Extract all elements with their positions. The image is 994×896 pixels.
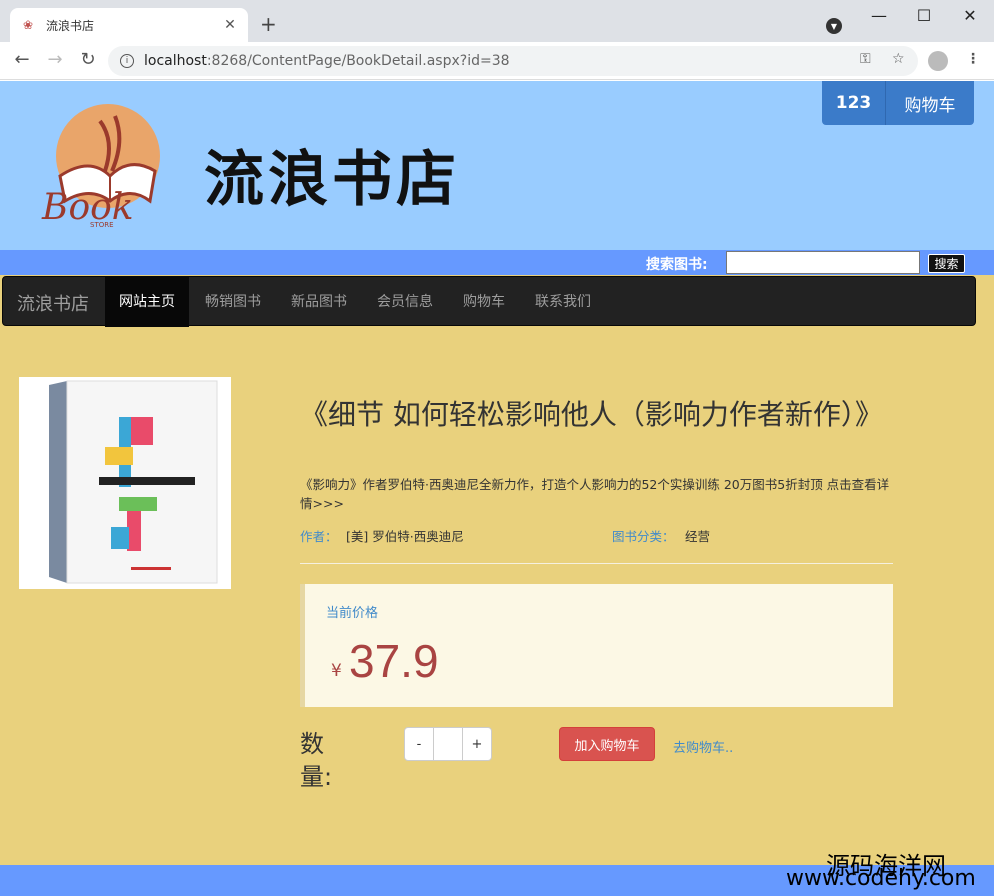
menu-kebab-icon[interactable]: ⋮ — [966, 51, 980, 67]
browser-tab-strip: ❀ 流浪书店 ✕ + ▼ — ☐ ✕ — [0, 0, 994, 42]
site-banner: Book STORE 流浪书店 123 购物车 — [0, 81, 994, 250]
key-icon[interactable]: ⚿ — [860, 51, 871, 67]
back-arrow-icon[interactable]: ← — [10, 50, 34, 70]
add-to-cart-button[interactable]: 加入购物车 — [559, 727, 655, 761]
header-cart-button[interactable]: 123 购物车 — [822, 81, 974, 125]
category-value: 经营 — [685, 529, 711, 544]
quantity-input[interactable] — [434, 727, 462, 761]
cart-label: 购物车 — [904, 95, 956, 116]
url-path: :8268/ContentPage/BookDetail.aspx?id=38 — [206, 53, 510, 69]
book-cover-art — [19, 377, 231, 589]
book-favicon-icon: ❀ — [22, 18, 34, 32]
price-label: 当前价格 — [326, 606, 379, 621]
minimize-button[interactable]: — — [856, 6, 902, 26]
new-tab-button[interactable]: + — [260, 14, 277, 34]
nav-item-new-books[interactable]: 新品图书 — [277, 277, 361, 327]
go-to-cart-link[interactable]: 去购物车.. — [673, 737, 733, 756]
reload-icon[interactable]: ↻ — [76, 50, 100, 70]
nav-item-bestsellers[interactable]: 畅销图书 — [191, 277, 275, 327]
search-bar: 搜索图书: 搜索 — [0, 250, 994, 275]
author-label: 作者： — [300, 529, 338, 544]
browser-tab[interactable]: ❀ 流浪书店 ✕ — [10, 8, 248, 42]
book-description[interactable]: 《影响力》作者罗伯特·西奥迪尼全新力作，打造个人影响力的52个实操训练 20万图… — [300, 475, 890, 513]
price-value: 37.9 — [349, 635, 439, 687]
quantity-label: 数量: — [300, 730, 333, 791]
nav-item-cart[interactable]: 购物车 — [449, 277, 519, 327]
quantity-decrement-button[interactable]: - — [404, 727, 434, 761]
main-navbar: 流浪书店 网站主页 畅销图书 新品图书 会员信息 购物车 联系我们 — [2, 276, 976, 327]
tab-title: 流浪书店 — [46, 18, 95, 33]
cart-count-badge: 123 — [822, 81, 886, 125]
search-input[interactable] — [726, 251, 920, 274]
maximize-button[interactable]: ☐ — [901, 6, 947, 26]
close-window-button[interactable]: ✕ — [947, 6, 993, 26]
page-content: Book STORE 流浪书店 123 购物车 搜索图书: 搜索 流浪书店 网站… — [0, 81, 994, 896]
navbar-brand[interactable]: 流浪书店 — [17, 290, 89, 316]
site-title: 流浪书店 — [204, 145, 460, 215]
currency-symbol: ¥ — [331, 661, 342, 681]
nav-item-home[interactable]: 网站主页 — [105, 277, 189, 327]
address-bar[interactable]: i localhost:8268/ContentPage/BookDetail.… — [108, 46, 918, 76]
svg-text:STORE: STORE — [90, 221, 114, 229]
site-info-icon[interactable]: i — [120, 54, 134, 68]
search-button[interactable]: 搜索 — [928, 254, 965, 273]
author-value: [美] 罗伯特·西奥迪尼 — [346, 529, 464, 544]
url-host: localhost — [144, 53, 207, 69]
price-panel: 当前价格 ¥ 37.9 — [300, 584, 893, 707]
watermark-url: www.codehy.com — [786, 866, 976, 891]
category-label: 图书分类： — [612, 529, 675, 544]
forward-arrow-icon[interactable]: → — [43, 50, 67, 70]
browser-toolbar: ← → ↻ i localhost:8268/ContentPage/BookD… — [0, 42, 994, 80]
svg-text:Book: Book — [41, 187, 134, 228]
search-label: 搜索图书: — [646, 257, 708, 273]
divider — [300, 563, 893, 564]
tab-close-icon[interactable]: ✕ — [222, 17, 238, 33]
book-title: 《细节 如何轻松影响他人（影响力作者新作）》 — [300, 398, 883, 431]
profile-avatar-icon[interactable] — [928, 51, 948, 71]
nav-item-member[interactable]: 会员信息 — [363, 277, 447, 327]
book-cover-image — [19, 377, 231, 589]
quantity-stepper: - + — [404, 727, 492, 761]
bookmark-star-icon[interactable]: ☆ — [892, 51, 905, 67]
quantity-increment-button[interactable]: + — [462, 727, 492, 761]
book-store-logo: Book STORE — [41, 104, 160, 229]
tab-search-icon[interactable]: ▼ — [826, 18, 842, 34]
nav-item-contact[interactable]: 联系我们 — [521, 277, 605, 327]
